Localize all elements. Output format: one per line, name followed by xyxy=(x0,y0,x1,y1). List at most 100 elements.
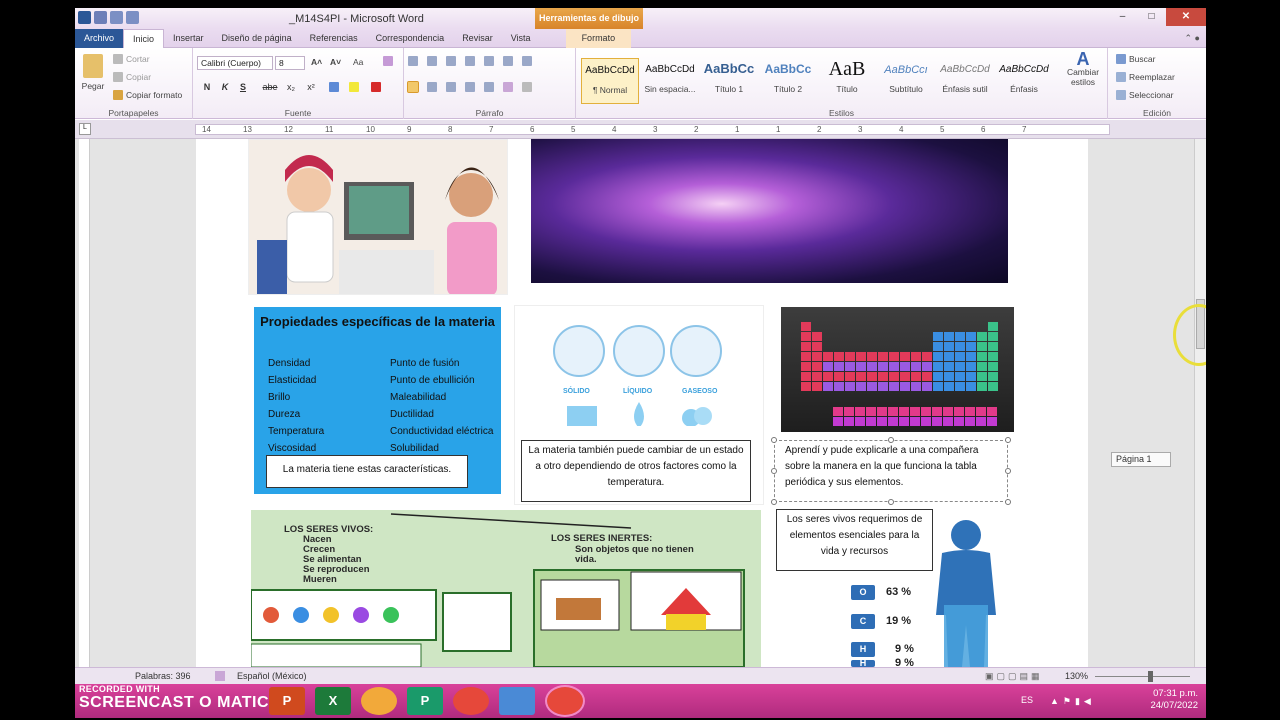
multilevel-icon[interactable] xyxy=(446,56,456,66)
increase-indent-icon[interactable] xyxy=(484,56,494,66)
align-center-icon[interactable] xyxy=(427,82,437,92)
tab-correspondencia[interactable]: Correspondencia xyxy=(367,29,454,48)
textbox-change-of-state[interactable]: La materia también puede cambiar de un e… xyxy=(521,440,751,502)
tab-revisar[interactable]: Revisar xyxy=(453,29,502,48)
change-styles-button[interactable]: A Cambiar estilos xyxy=(1062,50,1104,87)
horizontal-ruler[interactable]: L 14 13 12 11 10 9 8 7 6 5 4 3 2 1 1 2 3 4 5 6 7 xyxy=(75,120,1206,139)
resize-handle[interactable] xyxy=(771,468,777,474)
italic-button[interactable]: K xyxy=(217,82,233,92)
style-normal[interactable]: AaBbCcDd ¶ Normal xyxy=(581,58,639,104)
cut-button[interactable]: Cortar xyxy=(113,54,150,64)
tab-formato[interactable]: Formato xyxy=(565,29,632,48)
style-titulo-2[interactable]: AaBbCc Título 2 xyxy=(759,58,817,104)
zoom-level[interactable]: 130% xyxy=(1065,671,1088,681)
style-titulo-1[interactable]: AaBbCc Título 1 xyxy=(700,58,758,104)
pilcrow-icon[interactable] xyxy=(522,56,532,66)
decrease-indent-icon[interactable] xyxy=(465,56,475,66)
human-silhouette-image[interactable] xyxy=(926,517,1006,672)
highlight-icon[interactable] xyxy=(349,82,359,92)
style-enfasis[interactable]: AaBbCcDd Énfasis xyxy=(995,58,1053,104)
style-sin-espaciado[interactable]: AaBbCcDd Sin espacia... xyxy=(641,58,699,104)
textbox-characteristics[interactable]: La materia tiene estas características. xyxy=(266,455,468,488)
textbox-periodic-table[interactable]: Aprendí y pude explicarle a una compañer… xyxy=(774,440,1008,502)
word-icon[interactable] xyxy=(78,11,91,24)
excel-icon[interactable]: X xyxy=(315,687,351,715)
underline-button[interactable]: S xyxy=(235,82,251,92)
list-buttons[interactable] xyxy=(408,56,532,66)
line-spacing-icon[interactable] xyxy=(484,82,494,92)
numbering-icon[interactable] xyxy=(427,56,437,66)
save-icon[interactable] xyxy=(94,11,107,24)
sort-icon[interactable] xyxy=(503,56,513,66)
resize-handle[interactable] xyxy=(771,499,777,505)
close-button[interactable]: ✕ xyxy=(1166,8,1206,26)
zoom-slider-thumb[interactable] xyxy=(1148,671,1153,682)
resize-handle[interactable] xyxy=(888,437,894,443)
borders-icon[interactable] xyxy=(522,82,532,92)
word-count[interactable]: Palabras: 396 xyxy=(135,671,191,681)
resize-handle[interactable] xyxy=(771,437,777,443)
help-icon[interactable]: ⌃ ● xyxy=(1185,33,1200,44)
language-indicator[interactable]: Español (México) xyxy=(237,671,307,681)
select-button[interactable]: Seleccionar xyxy=(1116,90,1173,100)
publisher-icon[interactable]: P xyxy=(407,687,443,715)
style-titulo[interactable]: AaB Título xyxy=(818,58,876,104)
shading-icon[interactable] xyxy=(503,82,513,92)
resize-handle[interactable] xyxy=(1005,468,1011,474)
grow-font-button[interactable]: A˄ xyxy=(311,57,322,67)
document-page[interactable]: Propiedades específicas de la materia De… xyxy=(196,139,1088,667)
vertical-ruler[interactable] xyxy=(79,139,90,667)
view-buttons[interactable]: ▣▢▢▤▦ xyxy=(985,671,1043,682)
tab-selector[interactable]: L xyxy=(79,123,91,135)
maximize-button[interactable]: □ xyxy=(1137,8,1166,26)
style-enfasis-sutil[interactable]: AaBbCcDd Énfasis sutil xyxy=(936,58,994,104)
chrome-active-icon[interactable] xyxy=(545,685,585,717)
subscript-button[interactable]: x₂ xyxy=(283,82,299,92)
proofing-icon[interactable] xyxy=(215,671,225,681)
galaxy-image[interactable] xyxy=(531,139,1008,283)
system-clock[interactable]: 07:31 p.m. 24/07/2022 xyxy=(1150,688,1198,712)
text-effects-icon[interactable] xyxy=(329,82,339,92)
align-right-icon[interactable] xyxy=(446,82,456,92)
justify-icon[interactable] xyxy=(465,82,475,92)
language-bar[interactable]: ES xyxy=(1021,695,1033,705)
tab-archivo[interactable]: Archivo xyxy=(75,29,124,48)
font-color-icon[interactable] xyxy=(371,82,381,92)
tab-diseno-de-pagina[interactable]: Diseño de página xyxy=(213,29,301,48)
living-vs-inert-image[interactable]: LOS SERES VIVOS: Nacen Crecen Se aliment… xyxy=(251,510,761,667)
replace-button[interactable]: Reemplazar xyxy=(1116,72,1175,82)
resize-handle[interactable] xyxy=(1005,499,1011,505)
tab-referencias[interactable]: Referencias xyxy=(301,29,367,48)
clear-format-icon[interactable] xyxy=(383,56,393,66)
media-icon[interactable] xyxy=(361,687,397,715)
chrome-icon[interactable] xyxy=(453,687,489,715)
tab-insertar[interactable]: Insertar xyxy=(164,29,213,48)
bold-button[interactable]: N xyxy=(199,82,215,92)
resize-handle[interactable] xyxy=(888,499,894,505)
strikethrough-button[interactable]: abe xyxy=(259,82,281,92)
font-size-combo[interactable]: 8 xyxy=(275,56,305,70)
folder-icon[interactable] xyxy=(499,687,535,715)
undo-icon[interactable] xyxy=(110,11,123,24)
tray-icons[interactable]: ▲⚑▮◀ xyxy=(1050,696,1095,707)
tab-inicio[interactable]: Inicio xyxy=(123,29,165,48)
vertical-scrollbar[interactable] xyxy=(1194,139,1206,667)
cartoon-girls-image[interactable] xyxy=(248,139,508,295)
copy-button[interactable]: Copiar xyxy=(113,72,151,82)
zoom-slider[interactable] xyxy=(1095,676,1190,677)
format-painter-button[interactable]: Copiar formato xyxy=(113,90,182,100)
font-name-combo[interactable]: Calibri (Cuerpo) xyxy=(197,56,273,70)
redo-icon[interactable] xyxy=(126,11,139,24)
shrink-font-button[interactable]: A˅ xyxy=(330,57,341,67)
find-button[interactable]: Buscar xyxy=(1116,54,1155,64)
align-buttons[interactable] xyxy=(407,81,532,93)
change-case-button[interactable]: Aa xyxy=(353,57,363,67)
resize-handle[interactable] xyxy=(1005,437,1011,443)
align-left-icon[interactable] xyxy=(407,81,419,93)
paste-button[interactable]: Pegar xyxy=(80,54,106,91)
superscript-button[interactable]: x² xyxy=(303,82,319,92)
tab-vista[interactable]: Vista xyxy=(502,29,540,48)
periodic-table-image[interactable] xyxy=(781,307,1014,432)
minimize-button[interactable]: – xyxy=(1108,8,1137,26)
textbox-essential-elements[interactable]: Los seres vivos requerimos de elementos … xyxy=(776,509,933,571)
